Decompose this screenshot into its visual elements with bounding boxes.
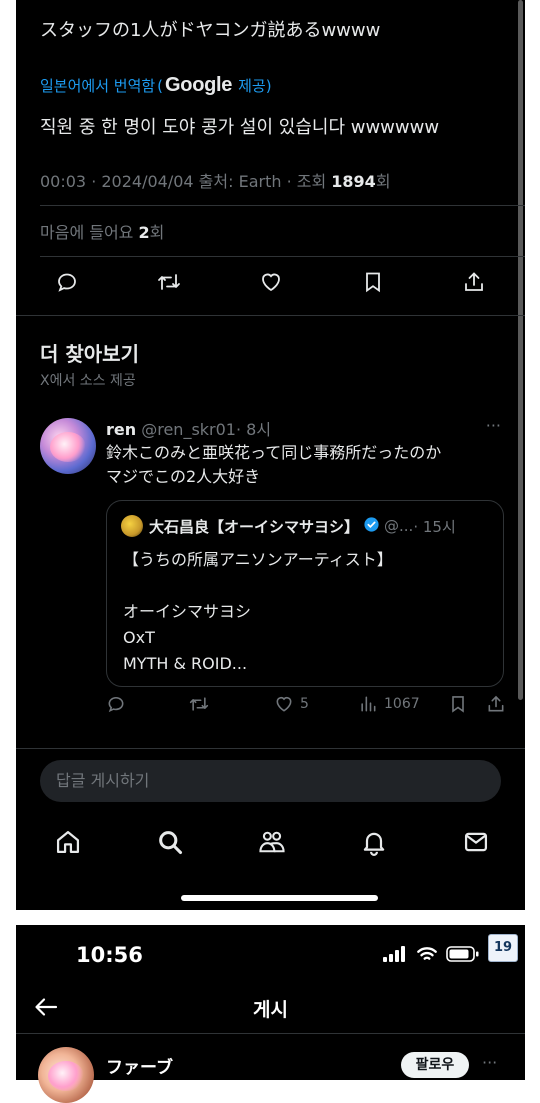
like-icon (274, 694, 294, 714)
communities-icon[interactable] (257, 828, 287, 856)
retweet-icon[interactable] (188, 694, 210, 714)
tweet-original-text: スタッフの1人がドヤコンガ説あるwwww (40, 20, 381, 41)
reply-time: · 8시 (235, 420, 272, 439)
avatar[interactable] (38, 1047, 94, 1103)
reply-icon[interactable] (55, 270, 79, 294)
divider (16, 1033, 525, 1034)
notifications-icon[interactable] (360, 828, 388, 856)
divider (16, 315, 525, 316)
battery-icon (446, 945, 480, 967)
analytics-icon (358, 694, 378, 714)
reply-actions: 5 1067 (106, 694, 505, 718)
reply-author[interactable]: ren (106, 420, 136, 439)
quote-time: · 15시 (413, 517, 456, 536)
reply-line: マジでこの2人大好き (106, 467, 261, 486)
quote-avatar (121, 515, 143, 537)
signal-icon (382, 945, 408, 967)
discover-title: 더 찾아보기 (40, 342, 139, 366)
likes-label: 마음에 들어요 (40, 223, 139, 242)
reply-body: 鈴木このみと亜咲花って同じ事務所だったのか マジでこの2人大好き (106, 441, 441, 489)
translation-label[interactable]: 일본어에서 번역함 ( Google 제공) (40, 74, 501, 97)
more-icon[interactable]: ··· (486, 416, 501, 435)
reply-handle: @ren_skr01 (141, 420, 236, 439)
tweet-detail-screen: スタッフの1人がドヤコンガ説あるwwww 일본어에서 번역함 ( Google … (16, 0, 525, 910)
wifi-icon (416, 945, 438, 967)
post-user-name[interactable]: ファーブ (106, 1053, 173, 1078)
view-suffix: 회 (375, 172, 391, 191)
reply-like[interactable]: 5 (274, 694, 309, 714)
reply-icon[interactable] (106, 694, 126, 714)
reply-header: ren @ren_skr01· 8시 ··· (106, 416, 505, 440)
translation-suffix: 제공) (238, 77, 272, 95)
like-count: 5 (300, 696, 309, 712)
quote-line (123, 573, 491, 599)
quoted-tweet[interactable]: 大石昌良【オーイシマサヨシ】 @... · 15시 【うちの所属アニソンアーティ… (106, 500, 504, 687)
quote-handle: @... (384, 517, 414, 535)
bookmark-icon[interactable] (361, 270, 385, 294)
bookmark-icon[interactable] (448, 694, 468, 714)
home-icon[interactable] (54, 828, 82, 856)
google-logo: Google (165, 74, 233, 96)
translation-from: 일본어에서 번역함 (40, 77, 156, 95)
reply-line: 鈴木このみと亜咲花って同じ事務所だったのか (106, 443, 442, 462)
messages-icon[interactable] (462, 828, 490, 856)
avatar[interactable] (40, 418, 96, 474)
view-count: 1894 (331, 172, 376, 191)
likes-suffix: 회 (149, 223, 165, 242)
tweet-translated-text: 직원 중 한 명이 도야 콩가 설이 있습니다 wwwwww (40, 117, 440, 138)
quote-header: 大石昌良【オーイシマサヨシ】 @... · 15시 (121, 515, 491, 537)
likes-count: 2 (138, 223, 150, 242)
share-icon[interactable] (486, 694, 506, 714)
status-icons (382, 945, 480, 967)
tweet-meta-text: 00:03 · 2024/04/04 출처: Earth · 조회 (40, 172, 332, 191)
quote-line: 【うちの所属アニソンアーティスト】 (123, 550, 393, 569)
translation-paren: ( (157, 76, 164, 95)
quote-line: オーイシマサヨシ (123, 602, 252, 621)
divider (16, 748, 525, 749)
verified-badge-icon (363, 516, 380, 537)
tweet-meta: 00:03 · 2024/04/04 출처: Earth · 조회 1894회 (40, 168, 501, 192)
like-icon[interactable] (259, 270, 283, 294)
reply-views[interactable]: 1067 (358, 694, 420, 714)
quote-line: MYTH & ROID... (123, 654, 248, 673)
share-icon[interactable] (462, 270, 486, 294)
tweet-actions (16, 270, 525, 294)
view-count: 1067 (384, 696, 420, 712)
more-icon[interactable]: ··· (482, 1053, 497, 1072)
follow-button[interactable]: 팔로우 (401, 1052, 469, 1078)
reply-input[interactable]: 답글 게시하기 (40, 760, 501, 802)
search-icon[interactable] (156, 828, 184, 856)
count-badge: 19 (488, 934, 518, 962)
quote-line: OxT (123, 628, 155, 647)
quote-author: 大石昌良【オーイシマサヨシ】 (149, 517, 360, 536)
quote-body: 【うちの所属アニソンアーティスト】 オーイシマサヨシ OxT MYTH & RO… (123, 547, 491, 677)
page-title: 게시 (253, 999, 288, 1021)
retweet-icon[interactable] (156, 270, 182, 294)
divider (40, 256, 525, 257)
scrollbar[interactable] (518, 0, 523, 700)
likes-row[interactable]: 마음에 들어요 2회 (40, 219, 501, 243)
discover-subtitle: X에서 소스 제공 (40, 373, 136, 389)
divider (40, 205, 525, 206)
home-indicator (181, 895, 378, 901)
status-time: 10:56 (76, 943, 143, 967)
